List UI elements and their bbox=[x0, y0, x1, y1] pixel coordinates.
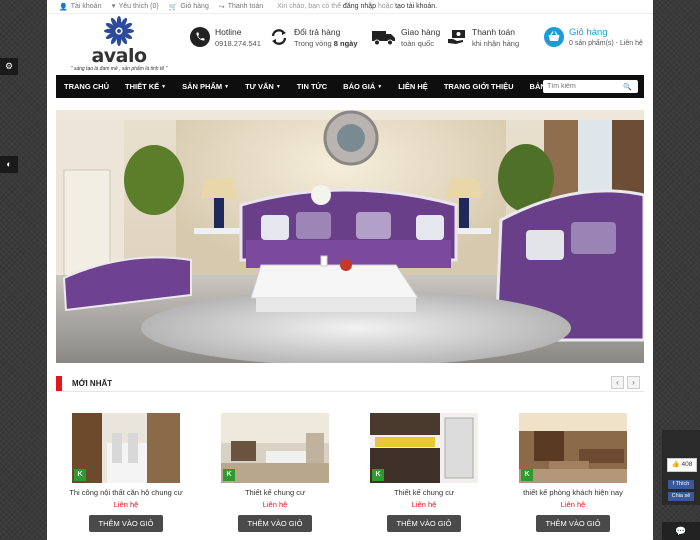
nav-item[interactable]: SẢN PHẨM ▼ bbox=[174, 82, 237, 91]
search-box: 🔍 bbox=[543, 80, 638, 93]
product-card: K Thiết kế chung cư Liên hệ THÊM VÀO GIỎ bbox=[354, 413, 494, 532]
search-input[interactable] bbox=[547, 83, 623, 90]
product-price: Liên hệ bbox=[262, 500, 288, 509]
login-link[interactable]: đăng nhập bbox=[343, 3, 376, 10]
social-widget: 👍 408 f Thích Chia sẻ bbox=[662, 430, 700, 505]
chevron-right-icon: › bbox=[632, 378, 635, 387]
contrast-icon: ◐ bbox=[6, 159, 12, 169]
money-hand-icon bbox=[447, 27, 467, 47]
heart-icon: ♥ bbox=[111, 3, 116, 10]
product-card: K Thi công nội thất căn hộ chung cư Liên… bbox=[56, 413, 196, 532]
nav-item[interactable]: TRANG GIỚI THIỆU bbox=[436, 82, 522, 91]
nav-item[interactable]: BÁO GIÁ ▼ bbox=[335, 82, 390, 91]
gear-icon: ⚙ bbox=[4, 61, 14, 71]
share-icon: ↪ bbox=[218, 3, 225, 11]
product-image[interactable]: K bbox=[370, 413, 478, 483]
top-bar: 👤 Tài khoản ♥ Yêu thích (0) 🛒 Giỏ hàng ↪ Tha… bbox=[47, 0, 653, 14]
caret-down-icon: ▼ bbox=[377, 84, 383, 90]
page-container: 👤 Tài khoản ♥ Yêu thích (0) 🛒 Giỏ hàng ↪ Tha… bbox=[47, 0, 653, 540]
logo-slogan: " sáng tạo là đam mê , sản phẩm là tinh … bbox=[70, 66, 168, 72]
site-logo[interactable]: avalo " sáng tạo là đam mê , sản phẩm là… bbox=[61, 16, 177, 74]
nav-item[interactable]: TIN TỨC bbox=[289, 82, 335, 91]
product-price: Liên hệ bbox=[560, 500, 586, 509]
cart-icon: 🛒 bbox=[168, 3, 178, 11]
nav-item[interactable]: LIÊN HỆ bbox=[390, 82, 436, 91]
like-count[interactable]: 👍 408 bbox=[667, 458, 697, 472]
register-link[interactable]: tạo tài khoản. bbox=[395, 3, 437, 10]
product-image[interactable]: K bbox=[519, 413, 627, 483]
add-to-cart-button[interactable]: THÊM VÀO GIỎ bbox=[536, 515, 610, 532]
section-accent-bar bbox=[56, 376, 62, 391]
carousel-prev-button[interactable]: ‹ bbox=[611, 376, 624, 389]
facebook-like-button[interactable]: f Thích bbox=[668, 480, 694, 489]
chat-button[interactable]: 💬 bbox=[662, 522, 700, 540]
product-name[interactable]: thiết kế phòng khách hiện nay bbox=[503, 488, 643, 497]
caret-down-icon: ▼ bbox=[275, 84, 281, 90]
facebook-icon: f bbox=[672, 481, 675, 487]
product-name[interactable]: Thiết kế chung cư bbox=[354, 488, 494, 497]
product-name[interactable]: Thi công nội thất căn hộ chung cư bbox=[56, 488, 196, 497]
badge-icon: K bbox=[74, 469, 86, 481]
product-price: Liên hệ bbox=[113, 500, 139, 509]
product-image[interactable]: K bbox=[72, 413, 180, 483]
account-link[interactable]: 👤 Tài khoản bbox=[59, 3, 101, 11]
checkout-link[interactable]: ↪ Thanh toán bbox=[219, 3, 263, 11]
logo-flower-icon bbox=[104, 16, 134, 46]
carousel-next-button[interactable]: › bbox=[627, 376, 640, 389]
add-to-cart-button[interactable]: THÊM VÀO GIỎ bbox=[238, 515, 312, 532]
shopping-basket-icon bbox=[544, 27, 564, 47]
caret-down-icon: ▼ bbox=[161, 84, 167, 90]
thumbs-up-icon: 👍 bbox=[671, 461, 680, 468]
logo-brand: avalo bbox=[91, 45, 147, 67]
payment-info: Thanh toán khi nhận hàng bbox=[447, 27, 519, 49]
badge-icon: K bbox=[223, 469, 235, 481]
product-card: K thiết kế phòng khách hiện nay Liên hệ … bbox=[503, 413, 643, 532]
wishlist-link[interactable]: ♥ Yêu thích (0) bbox=[111, 3, 158, 10]
section-header: MỚI NHẤT ‹ › bbox=[56, 375, 644, 392]
section-title: MỚI NHẤT bbox=[72, 379, 113, 388]
chevron-left-icon: ‹ bbox=[616, 378, 619, 387]
product-image[interactable]: K bbox=[221, 413, 329, 483]
nav-item[interactable]: TRANG CHỦ bbox=[56, 82, 117, 91]
chat-icon: 💬 bbox=[675, 526, 687, 536]
hero-banner-image[interactable] bbox=[56, 110, 644, 363]
nav-item[interactable]: THIẾT KẾ ▼ bbox=[117, 82, 174, 91]
user-icon: 👤 bbox=[59, 3, 68, 11]
add-to-cart-button[interactable]: THÊM VÀO GIỎ bbox=[387, 515, 461, 532]
hotline-number[interactable]: 0918.274.541 bbox=[215, 38, 261, 49]
product-name[interactable]: Thiết kế chung cư bbox=[205, 488, 345, 497]
facebook-share-button[interactable]: Chia sẻ bbox=[668, 492, 694, 501]
hotline-info: Hotline 0918.274.541 bbox=[190, 27, 261, 49]
search-icon[interactable]: 🔍 bbox=[623, 83, 632, 91]
badge-icon: K bbox=[372, 469, 384, 481]
phone-icon bbox=[190, 27, 210, 47]
nav-item[interactable]: TƯ VẤN ▼ bbox=[237, 82, 289, 91]
caret-down-icon: ▼ bbox=[224, 84, 230, 90]
delivery-info: Giao hàng toàn quốc bbox=[372, 27, 440, 49]
add-to-cart-button[interactable]: THÊM VÀO GIỎ bbox=[89, 515, 163, 532]
header-cart[interactable]: Giỏ hàng 0 sản phẩm(s) - Liên hệ bbox=[544, 27, 643, 49]
return-info: Đổi trả hàng Trong vòng 8 ngày bbox=[269, 27, 358, 49]
contrast-toggle[interactable]: ◐ bbox=[0, 156, 18, 173]
welcome-message: Xin chào, bạn có thể đăng nhập hoặc tạo … bbox=[277, 3, 438, 10]
refresh-icon bbox=[269, 27, 289, 47]
cart-link[interactable]: 🛒 Giỏ hàng bbox=[169, 3, 209, 11]
main-nav: TRANG CHỦ THIẾT KẾ ▼ SẢN PHẨM ▼ TƯ VẤN ▼ TIN TỨ… bbox=[56, 75, 644, 98]
header: avalo " sáng tạo là đam mê , sản phẩm là… bbox=[47, 14, 653, 74]
product-card: K Thiết kế chung cư Liên hệ THÊM VÀO GIỎ bbox=[205, 413, 345, 532]
truck-icon bbox=[372, 27, 396, 47]
settings-toggle[interactable]: ⚙ bbox=[0, 58, 18, 75]
badge-icon: K bbox=[521, 469, 533, 481]
product-price: Liên hệ bbox=[411, 500, 437, 509]
